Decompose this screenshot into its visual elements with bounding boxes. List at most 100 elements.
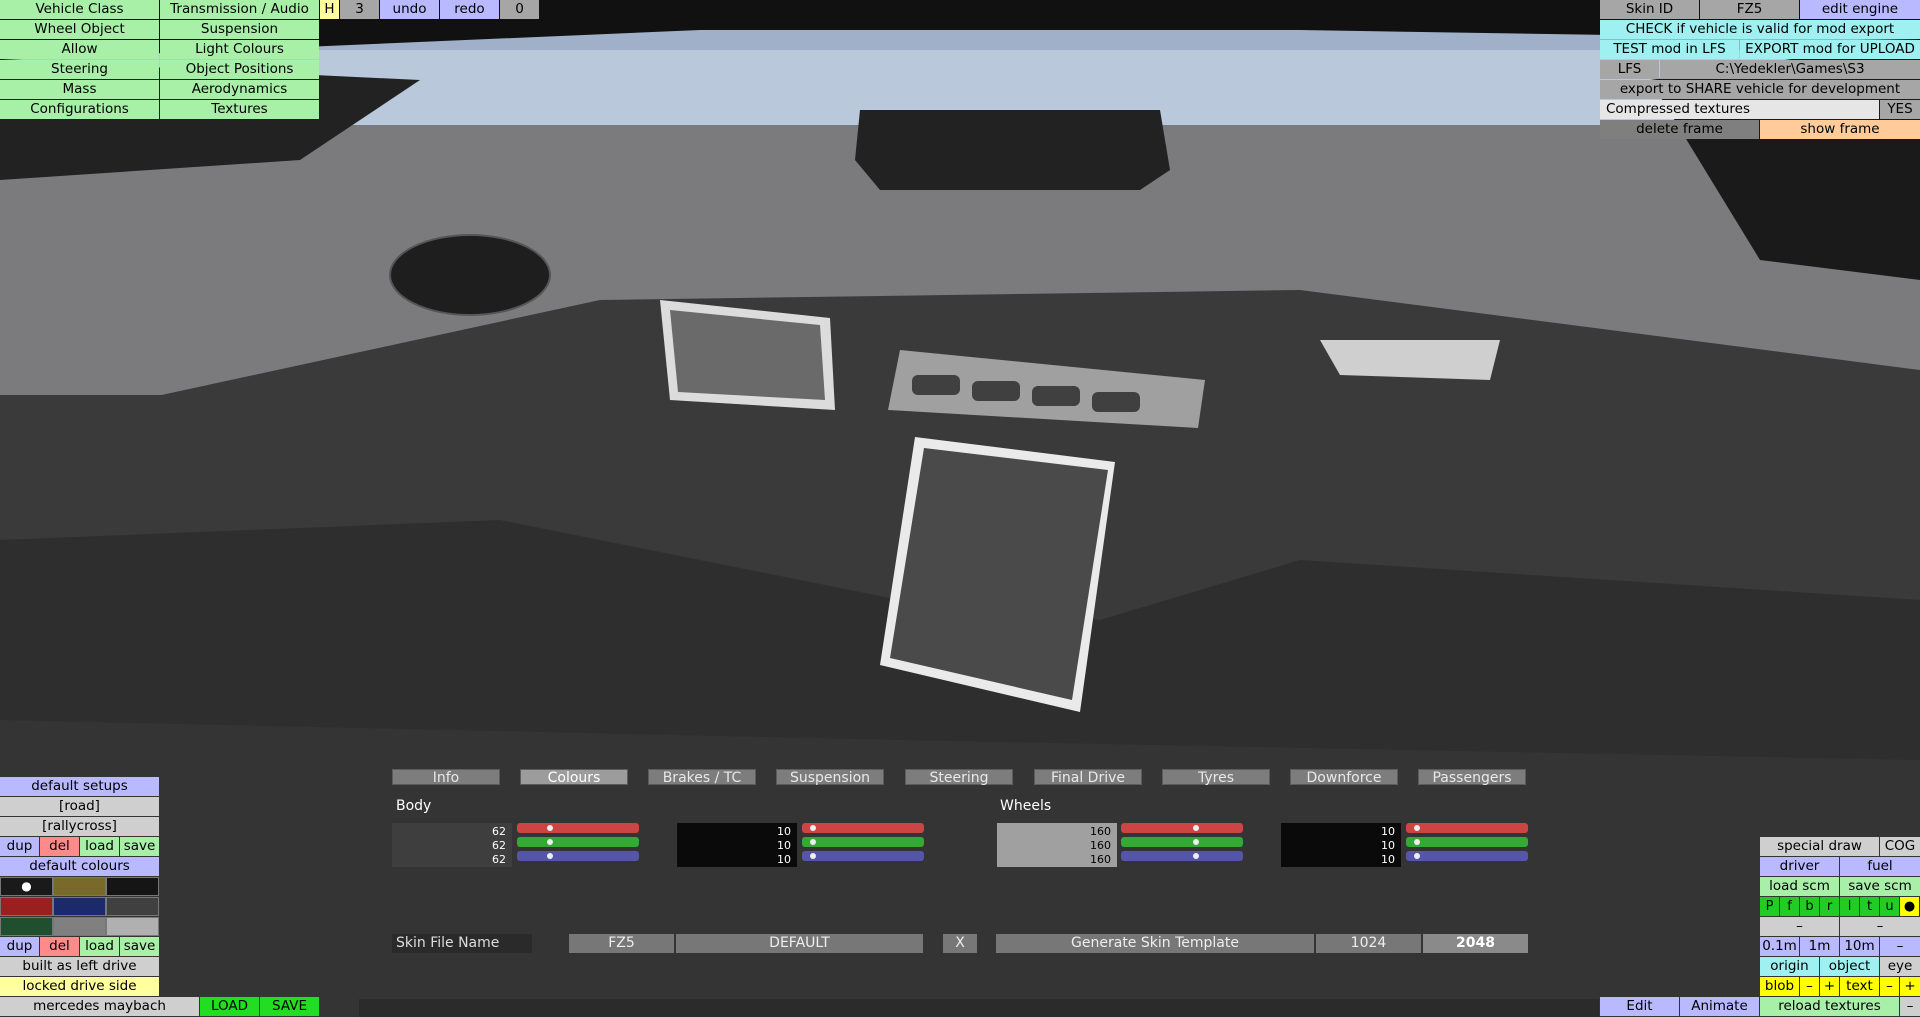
blob-button[interactable]: blob xyxy=(1760,977,1799,996)
setup-load-button[interactable]: load xyxy=(80,837,119,856)
colour-swatch[interactable] xyxy=(0,897,53,916)
fuel-button[interactable]: fuel xyxy=(1840,857,1920,876)
tab-info[interactable]: Info xyxy=(392,769,500,786)
skin-id-value[interactable]: FZ5 xyxy=(1700,0,1799,19)
load-scm-button[interactable]: load scm xyxy=(1760,877,1839,896)
test-mod-button[interactable]: TEST mod in LFS xyxy=(1600,40,1739,59)
colour-swatch[interactable] xyxy=(53,917,106,936)
colour-swatch[interactable] xyxy=(53,877,106,896)
minus-right-button[interactable]: – xyxy=(1840,917,1920,936)
tab-suspension[interactable]: Suspension xyxy=(776,769,884,786)
wheels-secondary-swatch[interactable]: 10 10 10 xyxy=(1281,823,1401,867)
built-as-left-drive[interactable]: built as left drive xyxy=(0,957,159,976)
driver-button[interactable]: driver xyxy=(1760,857,1839,876)
reload-minus[interactable]: – xyxy=(1900,997,1920,1016)
reload-textures-button[interactable]: reload textures xyxy=(1760,997,1899,1016)
setup-rallycross[interactable]: [rallycross] xyxy=(0,817,159,836)
edit-mode-button[interactable]: Edit xyxy=(1600,997,1679,1016)
flag-toggle-2[interactable]: b xyxy=(1800,897,1819,916)
wheels-secondary-g-slider[interactable] xyxy=(1406,837,1528,847)
locked-drive-side[interactable]: locked drive side xyxy=(0,977,159,996)
tab-final-drive[interactable]: Final Drive xyxy=(1034,769,1142,786)
menu-steering[interactable]: Steering xyxy=(0,60,159,79)
step-1m[interactable]: 1m xyxy=(1800,937,1839,956)
skin-id-field[interactable]: FZ5 xyxy=(569,934,674,953)
skin-name-field[interactable]: DEFAULT xyxy=(676,934,923,953)
body-primary-g-slider[interactable] xyxy=(517,837,639,847)
body-secondary-swatch[interactable]: 10 10 10 xyxy=(677,823,797,867)
export-share-button[interactable]: export to SHARE vehicle for development xyxy=(1600,80,1920,99)
flag-toggle-3[interactable]: r xyxy=(1820,897,1839,916)
colour-load-button[interactable]: load xyxy=(80,937,119,956)
menu-suspension[interactable]: Suspension xyxy=(160,20,319,39)
text-button[interactable]: text xyxy=(1840,977,1879,996)
tab-steering[interactable]: Steering xyxy=(905,769,1013,786)
blob-plus[interactable]: + xyxy=(1820,977,1839,996)
slider-knob[interactable] xyxy=(1193,853,1200,859)
body-secondary-g-slider[interactable] xyxy=(802,837,924,847)
setup-road[interactable]: [road] xyxy=(0,797,159,816)
slider-knob[interactable] xyxy=(1193,839,1200,845)
flag-toggle-7[interactable]: ● xyxy=(1900,897,1919,916)
body-primary-b-slider[interactable] xyxy=(517,851,639,861)
menu-vehicle-class[interactable]: Vehicle Class xyxy=(0,0,159,19)
step-minus[interactable]: – xyxy=(1880,937,1920,956)
redo-button[interactable]: redo xyxy=(440,0,499,19)
tab-colours[interactable]: Colours xyxy=(520,769,628,786)
flag-toggle-0[interactable]: P xyxy=(1760,897,1779,916)
menu-transmission-audio[interactable]: Transmission / Audio xyxy=(160,0,319,19)
wheels-primary-b-slider[interactable] xyxy=(1121,851,1243,861)
car-interior-viewport[interactable] xyxy=(0,0,1920,1017)
lfs-path[interactable]: C:\Yedekler\Games\S3 xyxy=(1660,60,1920,79)
vehicle-name-field[interactable]: mercedes maybach xyxy=(0,997,199,1016)
vehicle-load-button[interactable]: LOAD xyxy=(200,997,259,1016)
template-size-2048[interactable]: 2048 xyxy=(1423,934,1528,953)
slider-knob[interactable] xyxy=(1414,853,1421,859)
flag-toggle-6[interactable]: u xyxy=(1880,897,1899,916)
blob-minus[interactable]: – xyxy=(1800,977,1819,996)
step-10m[interactable]: 10m xyxy=(1840,937,1879,956)
colour-save-button[interactable]: save xyxy=(120,937,159,956)
menu-wheel-object[interactable]: Wheel Object xyxy=(0,20,159,39)
wheels-primary-r-slider[interactable] xyxy=(1121,823,1243,833)
setup-dup-button[interactable]: dup xyxy=(0,837,39,856)
default-colours-button[interactable]: default colours xyxy=(0,857,159,876)
show-frame-button[interactable]: show frame xyxy=(1760,120,1920,139)
slider-knob[interactable] xyxy=(546,825,553,831)
menu-mass[interactable]: Mass xyxy=(0,80,159,99)
tab-tyres[interactable]: Tyres xyxy=(1162,769,1270,786)
template-size-1024[interactable]: 1024 xyxy=(1316,934,1421,953)
edit-engine-button[interactable]: edit engine xyxy=(1800,0,1920,19)
colour-swatch[interactable] xyxy=(0,917,53,936)
animate-mode-button[interactable]: Animate xyxy=(1680,997,1759,1016)
check-valid-button[interactable]: CHECK if vehicle is valid for mod export xyxy=(1600,20,1920,39)
slider-knob[interactable] xyxy=(1414,839,1421,845)
skin-clear-button[interactable]: X xyxy=(943,934,977,953)
object-button[interactable]: object xyxy=(1820,957,1879,976)
tab-passengers[interactable]: Passengers xyxy=(1418,769,1526,786)
menu-configurations[interactable]: Configurations xyxy=(0,100,159,119)
tab-brakes-tc[interactable]: Brakes / TC xyxy=(648,769,756,786)
export-mod-button[interactable]: EXPORT mod for UPLOAD xyxy=(1740,40,1920,59)
generate-skin-template-button[interactable]: Generate Skin Template xyxy=(996,934,1314,953)
origin-button[interactable]: origin xyxy=(1760,957,1819,976)
default-setups-button[interactable]: default setups xyxy=(0,777,159,796)
menu-textures[interactable]: Textures xyxy=(160,100,319,119)
undo-button[interactable]: undo xyxy=(380,0,439,19)
special-draw-button[interactable]: special draw xyxy=(1760,837,1879,856)
body-secondary-r-slider[interactable] xyxy=(802,823,924,833)
colour-swatch[interactable] xyxy=(53,897,106,916)
wheels-secondary-r-slider[interactable] xyxy=(1406,823,1528,833)
tab-downforce[interactable]: Downforce xyxy=(1290,769,1398,786)
text-minus[interactable]: – xyxy=(1880,977,1899,996)
menu-allow[interactable]: Allow xyxy=(0,40,159,59)
colour-swatch[interactable] xyxy=(106,917,159,936)
h-toggle[interactable]: H xyxy=(320,0,339,19)
slider-knob[interactable] xyxy=(810,839,817,845)
wheels-primary-swatch[interactable]: 160 160 160 xyxy=(997,823,1117,867)
delete-frame-button[interactable]: delete frame xyxy=(1600,120,1759,139)
save-scm-button[interactable]: save scm xyxy=(1840,877,1920,896)
cog-button[interactable]: COG xyxy=(1880,837,1920,856)
menu-light-colours[interactable]: Light Colours xyxy=(160,40,319,59)
flag-toggle-4[interactable]: l xyxy=(1840,897,1859,916)
